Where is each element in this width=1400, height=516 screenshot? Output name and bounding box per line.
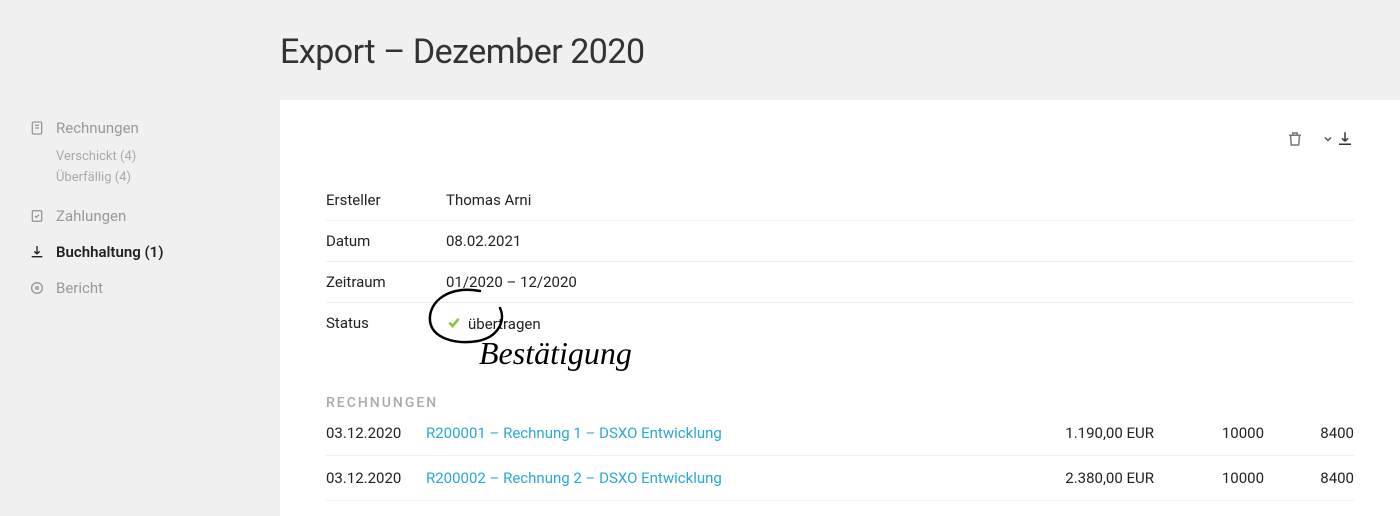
document-icon (28, 119, 46, 137)
meta-label: Ersteller (326, 191, 446, 209)
sidebar-item-label: Rechnungen (56, 119, 139, 137)
page-title: Export – Dezember 2020 (280, 0, 1400, 100)
invoice-date: 03.12.2020 (326, 424, 426, 442)
sidebar-item-bericht[interactable]: Bericht (28, 270, 230, 306)
invoice-acc2: 8400 (1264, 424, 1354, 442)
check-icon (446, 314, 462, 334)
meta-value: 01/2020 – 12/2020 (446, 273, 577, 291)
meta-row-creator: Ersteller Thomas Arni (326, 180, 1354, 221)
status-text: übertragen (468, 315, 541, 333)
invoice-acc2: 8400 (1264, 469, 1354, 487)
sidebar-sub-label: Überfällig (4) (56, 170, 131, 185)
invoices-heading: RECHNUNGEN (326, 395, 1354, 411)
chevron-down-icon (1322, 133, 1334, 145)
invoice-link[interactable]: R200001 – Rechnung 1 – DSXO Entwicklung (426, 424, 1004, 442)
invoice-amount: 2.380,00 EUR (1004, 469, 1154, 487)
sidebar-item-buchhaltung[interactable]: Buchhaltung (1) (28, 234, 230, 270)
sidebar-item-label: Zahlungen (56, 207, 126, 225)
sidebar-item-zahlungen[interactable]: Zahlungen (28, 198, 230, 234)
invoice-acc1: 10000 (1154, 469, 1264, 487)
target-icon (28, 279, 46, 297)
invoice-row: 03.12.2020 R200002 – Rechnung 2 – DSXO E… (326, 456, 1354, 501)
meta-row-status: Status übertragen (326, 303, 1354, 345)
invoice-link[interactable]: R200002 – Rechnung 2 – DSXO Entwicklung (426, 469, 1004, 487)
sidebar-sub-label: Verschickt (4) (56, 149, 136, 164)
sidebar-item-label: Buchhaltung (1) (56, 243, 164, 261)
meta-row-period: Zeitraum 01/2020 – 12/2020 (326, 262, 1354, 303)
meta-row-date: Datum 08.02.2021 (326, 221, 1354, 262)
invoice-amount: 1.190,00 EUR (1004, 424, 1154, 442)
sidebar-sub-ueberfaellig[interactable]: Überfällig (4) (28, 167, 230, 188)
meta-value: Thomas Arni (446, 191, 531, 209)
invoice-date: 03.12.2020 (326, 469, 426, 487)
invoice-row: 03.12.2020 R200001 – Rechnung 1 – DSXO E… (326, 411, 1354, 456)
meta-value: übertragen (446, 314, 541, 334)
meta-table: Ersteller Thomas Arni Datum 08.02.2021 Z… (326, 180, 1354, 345)
download-icon (28, 243, 46, 261)
meta-label: Zeitraum (326, 273, 446, 291)
checklist-icon (28, 207, 46, 225)
meta-value: 08.02.2021 (446, 232, 521, 250)
export-card: Ersteller Thomas Arni Datum 08.02.2021 Z… (280, 100, 1400, 516)
sidebar-item-rechnungen[interactable]: Rechnungen (28, 110, 230, 146)
download-icon (1336, 130, 1354, 148)
invoice-acc1: 10000 (1154, 424, 1264, 442)
sidebar-sub-verschickt[interactable]: Verschickt (4) (28, 146, 230, 167)
sidebar-item-label: Bericht (56, 279, 103, 297)
meta-label: Status (326, 314, 446, 334)
download-toggle-button[interactable] (1322, 130, 1354, 148)
delete-button[interactable] (1286, 130, 1304, 148)
meta-label: Datum (326, 232, 446, 250)
